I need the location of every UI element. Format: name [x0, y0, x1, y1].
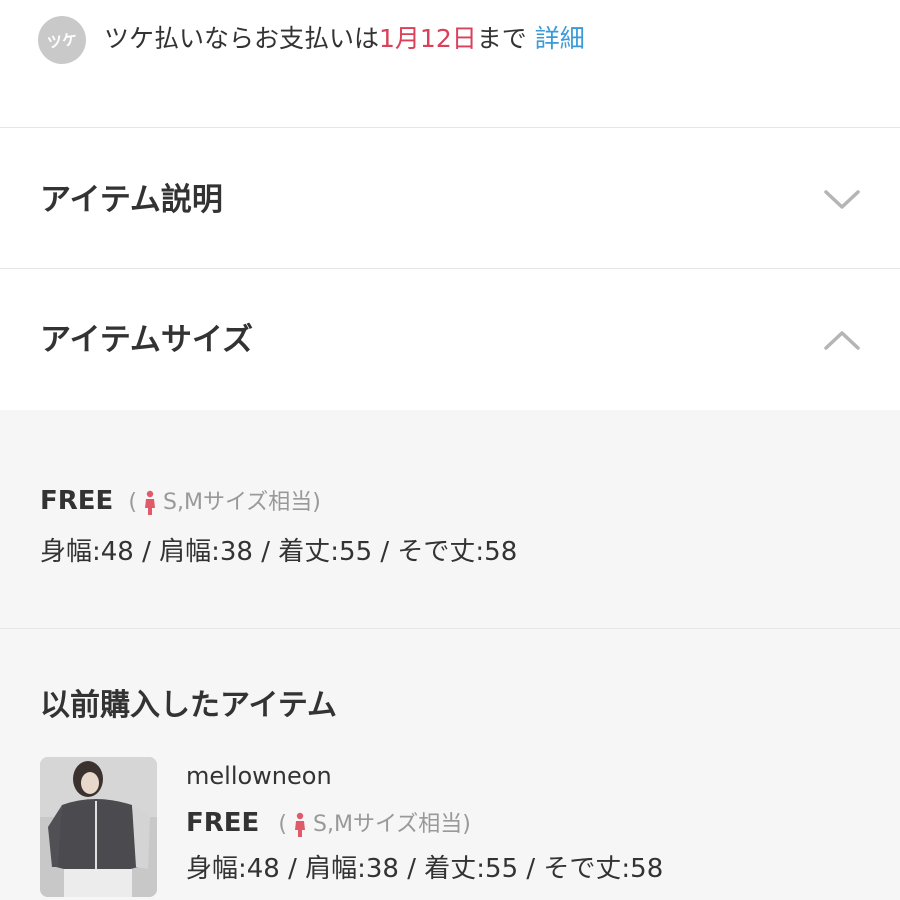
divider [0, 628, 900, 629]
accordion-title-size: アイテムサイズ [40, 322, 253, 358]
payment-date: 1月12日 [379, 24, 477, 53]
payment-text-after: まで [476, 24, 527, 53]
tsuke-logo-icon: ツケ [34, 12, 90, 68]
product-size-note-text: S,Mサイズ相当) [313, 812, 471, 837]
payment-text-before: ツケ払いならお支払いは [104, 24, 380, 53]
size-note-open: ( [128, 490, 137, 515]
product-size-name: FREE [186, 808, 260, 838]
product-thumbnail[interactable] [40, 757, 157, 897]
size-equivalent-note: ( S,Mサイズ相当) [128, 490, 321, 515]
product-size-note-open: ( [278, 812, 287, 837]
tsuke-payment-row: ツケ ツケ払いならお支払いは1月12日まで 詳細 [0, 0, 900, 127]
size-name: FREE [40, 486, 114, 516]
product-photo [40, 757, 157, 897]
accordion-item-description[interactable]: アイテム説明 [0, 128, 900, 268]
chevron-down-icon [824, 190, 860, 209]
payment-deadline-text: ツケ払いならお支払いは1月12日まで 詳細 [104, 22, 585, 56]
person-icon [295, 812, 305, 837]
previous-purchases-title: 以前購入したアイテム [40, 688, 337, 723]
payment-details-link[interactable]: 詳細 [535, 24, 585, 53]
product-size-equivalent-note: ( S,Mサイズ相当) [278, 812, 471, 837]
chevron-up-icon [824, 331, 860, 350]
size-note-text: S,Mサイズ相当) [163, 490, 321, 515]
person-icon [145, 490, 155, 515]
accordion-title-description: アイテム説明 [40, 182, 223, 218]
product-measurements: 身幅:48 / 肩幅:38 / 着丈:55 / そで丈:58 [186, 854, 664, 884]
product-brand[interactable]: mellowneon [186, 760, 332, 792]
size-line: FREE ( S,Mサイズ相当) [40, 484, 321, 521]
product-size-line: FREE ( S,Mサイズ相当) [186, 806, 471, 843]
accordion-item-size[interactable]: アイテムサイズ [0, 269, 900, 409]
size-measurements: 身幅:48 / 肩幅:38 / 着丈:55 / そで丈:58 [40, 537, 518, 567]
